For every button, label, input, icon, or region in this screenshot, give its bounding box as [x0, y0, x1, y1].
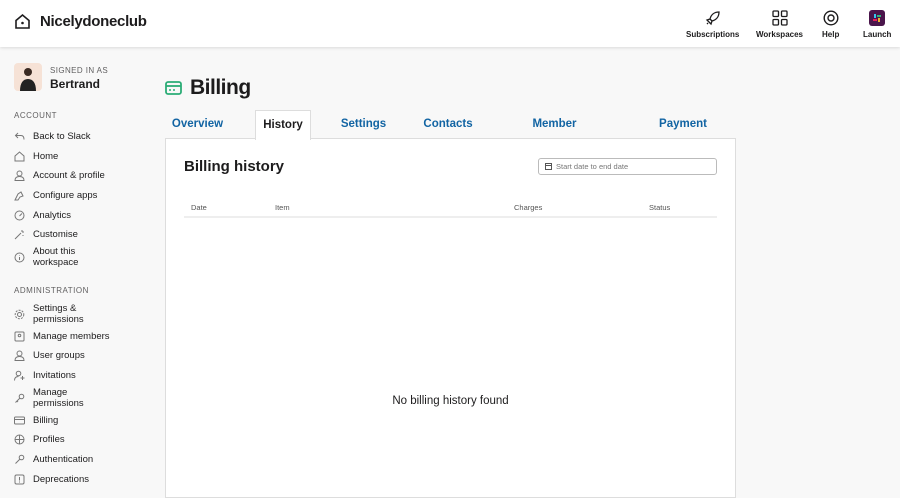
- plug-icon: [14, 191, 24, 201]
- table-header: Date Item Charges Status: [184, 199, 717, 218]
- credit-card-icon: [165, 81, 182, 95]
- globe-icon: [14, 434, 25, 445]
- workspace-name: Nicelydoneclub: [40, 13, 147, 30]
- sidebar-item-home[interactable]: Home: [14, 151, 58, 162]
- sidebar-item-back-to-slack[interactable]: Back to Slack: [14, 131, 91, 142]
- sidebar-item-settings-permissions[interactable]: Settings & permissions: [14, 303, 104, 325]
- user-icon: [14, 170, 25, 181]
- tab-payment-methods[interactable]: Payment methods: [634, 110, 732, 159]
- sidebar-item-authentication[interactable]: Authentication: [14, 454, 93, 465]
- magic-wand-icon: [14, 230, 24, 240]
- top-header: Nicelydoneclub Subscriptions Workspaces …: [0, 0, 900, 47]
- home-icon: [15, 13, 30, 29]
- key-icon: [15, 393, 25, 403]
- sidebar: SIGNED IN AS Bertrand ACCOUNT Back to Sl…: [0, 47, 160, 485]
- nav-launch[interactable]: Launch: [863, 10, 891, 39]
- column-item: Item: [275, 203, 290, 212]
- tab-contacts[interactable]: Contacts: [419, 110, 477, 139]
- sidebar-item-profiles[interactable]: Profiles: [14, 434, 65, 445]
- users-icon: [14, 350, 25, 361]
- signed-in-label: SIGNED IN AS: [50, 66, 109, 75]
- account-heading: ACCOUNT: [14, 111, 58, 120]
- gauge-icon: [14, 210, 25, 221]
- info-icon: [14, 252, 25, 262]
- empty-state-message: No billing history found: [392, 395, 509, 407]
- tab-member-changes[interactable]: Member changes: [508, 110, 601, 159]
- nav-help[interactable]: Help: [822, 10, 839, 39]
- date-range-input[interactable]: Start date to end date: [538, 158, 717, 175]
- sidebar-item-user-groups[interactable]: User groups: [14, 350, 85, 361]
- gear-icon: [14, 309, 25, 319]
- lifebuoy-icon: [823, 10, 839, 26]
- tab-settings[interactable]: Settings: [335, 110, 392, 139]
- nav-subscriptions[interactable]: Subscriptions: [686, 10, 739, 39]
- column-date: Date: [191, 203, 207, 212]
- sidebar-item-deprecations[interactable]: Deprecations: [14, 474, 89, 485]
- home-icon: [14, 151, 25, 162]
- slack-icon: [869, 10, 886, 26]
- tab-overview[interactable]: Overview: [165, 110, 230, 139]
- sidebar-item-analytics[interactable]: Analytics: [14, 210, 71, 221]
- credit-card-icon: [14, 416, 25, 425]
- sidebar-item-configure-apps[interactable]: Configure apps: [14, 190, 97, 201]
- key-icon: [15, 454, 25, 464]
- tab-history[interactable]: History: [255, 110, 311, 140]
- user-plus-icon: [14, 370, 25, 381]
- nav-workspaces[interactable]: Workspaces: [756, 10, 803, 39]
- sidebar-item-about-workspace[interactable]: About this workspace: [14, 246, 114, 268]
- sidebar-item-billing[interactable]: Billing: [14, 415, 58, 426]
- billing-history-panel: Billing history Start date to end date D…: [165, 138, 736, 498]
- alert-icon: [14, 474, 25, 485]
- back-arrow-icon: [14, 132, 25, 140]
- grid-icon: [771, 10, 788, 26]
- sidebar-item-manage-permissions[interactable]: Manage permissions: [14, 387, 104, 409]
- section-heading: Billing history: [184, 158, 285, 175]
- sidebar-item-account-profile[interactable]: Account & profile: [14, 170, 105, 181]
- workspace-logo[interactable]: Nicelydoneclub: [14, 13, 147, 30]
- id-card-icon: [14, 331, 25, 342]
- billing-tabs: Overview History Settings Contacts Membe…: [165, 110, 735, 159]
- sidebar-item-manage-members[interactable]: Manage members: [14, 331, 110, 342]
- sidebar-item-invitations[interactable]: Invitations: [14, 370, 76, 381]
- user-name: Bertrand: [50, 77, 101, 91]
- column-status: Status: [649, 203, 671, 212]
- administration-heading: ADMINISTRATION: [14, 286, 89, 295]
- page-title: Billing: [165, 76, 251, 100]
- sidebar-item-customise[interactable]: Customise: [14, 229, 78, 240]
- rocket-icon: [705, 11, 720, 26]
- column-charges: Charges: [514, 203, 543, 212]
- calendar-icon: [545, 163, 552, 170]
- avatar: [14, 63, 42, 91]
